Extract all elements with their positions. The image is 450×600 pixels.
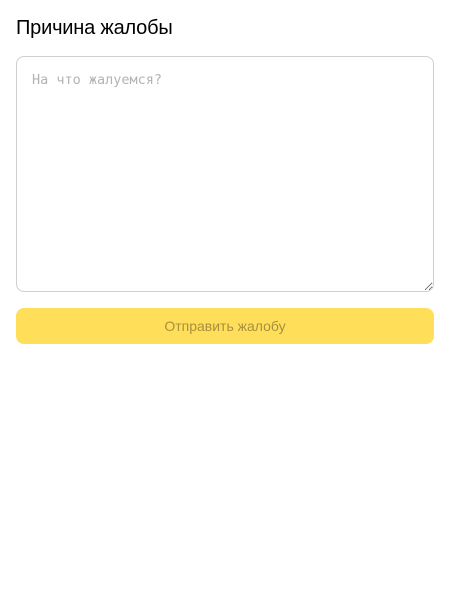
submit-complaint-button[interactable]: Отправить жалобу: [16, 308, 434, 344]
complaint-reason-input[interactable]: [16, 56, 434, 292]
page-title: Причина жалобы: [16, 17, 173, 39]
